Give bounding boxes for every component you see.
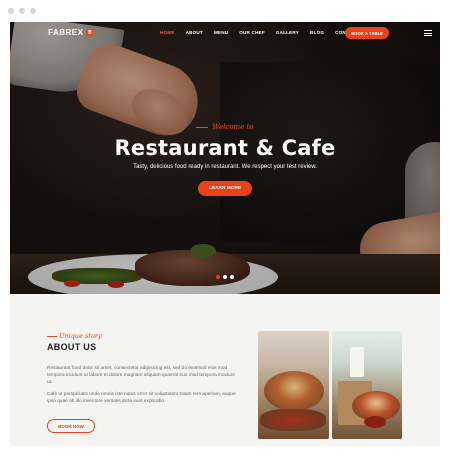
page-viewport: FABREX B HOME ABOUT MENU OUR CHEF GALLER… xyxy=(10,22,440,446)
window-dot-icon[interactable] xyxy=(19,8,25,14)
slider-dot-active[interactable] xyxy=(216,275,220,279)
nav-item-our-chef[interactable]: OUR CHEF xyxy=(239,30,265,35)
hero-welcome: Welcome to xyxy=(10,123,440,131)
main-menu: HOME ABOUT MENU OUR CHEF GALLERY BLOG CO… xyxy=(160,30,359,35)
about-title: ABOUT US xyxy=(47,342,97,352)
nav-item-gallery[interactable]: GALLERY xyxy=(276,30,299,35)
logo[interactable]: FABREX B xyxy=(48,28,94,37)
window-controls xyxy=(8,8,36,14)
nav-item-about[interactable]: ABOUT xyxy=(186,30,203,35)
about-section: Unique story ABOUT US Restaurant food do… xyxy=(47,332,237,405)
welcome-text: Welcome to xyxy=(212,123,254,131)
nav-item-menu[interactable]: MENU xyxy=(214,30,228,35)
book-now-button[interactable]: BOOK NOW xyxy=(47,419,95,433)
logo-text[interactable]: FABREX xyxy=(48,28,83,37)
platter-image xyxy=(264,371,324,411)
window-dot-icon[interactable] xyxy=(8,8,14,14)
board-image xyxy=(260,409,326,431)
hamburger-icon[interactable] xyxy=(424,30,432,36)
browser-frame: FABREX B HOME ABOUT MENU OUR CHEF GALLER… xyxy=(0,0,450,456)
candle-image xyxy=(350,347,364,377)
learn-more-button[interactable]: LEARN MORE xyxy=(198,181,252,196)
kicker-line xyxy=(47,336,57,337)
welcome-line xyxy=(196,126,209,128)
logo-badge: B xyxy=(86,29,94,36)
food-photo-right xyxy=(332,331,402,439)
slider-pagination xyxy=(216,275,234,279)
top-navbar: FABREX B HOME ABOUT MENU OUR CHEF GALLER… xyxy=(10,22,440,44)
book-table-button[interactable]: BOOK A TABLE xyxy=(345,27,389,39)
slider-dot[interactable] xyxy=(230,275,234,279)
slider-dot[interactable] xyxy=(223,275,227,279)
bowl-image xyxy=(364,416,386,428)
hero-title: Restaurant & Cafe xyxy=(114,136,336,160)
about-paragraph-1: Restaurant food dolor sit amet, consecte… xyxy=(47,366,235,385)
hero-subtitle: Tasty, delicious food ready in restauran… xyxy=(133,164,317,170)
window-dot-icon[interactable] xyxy=(30,8,36,14)
nav-item-blog[interactable]: BLOG xyxy=(310,30,324,35)
hero-section: FABREX B HOME ABOUT MENU OUR CHEF GALLER… xyxy=(10,22,440,294)
food-photo-left xyxy=(258,331,329,439)
about-kicker: Unique story xyxy=(59,332,102,340)
nav-item-home[interactable]: HOME xyxy=(160,30,175,35)
about-paragraph-2: Cafe ut perspiciatis unde omnis iste nat… xyxy=(47,392,236,404)
